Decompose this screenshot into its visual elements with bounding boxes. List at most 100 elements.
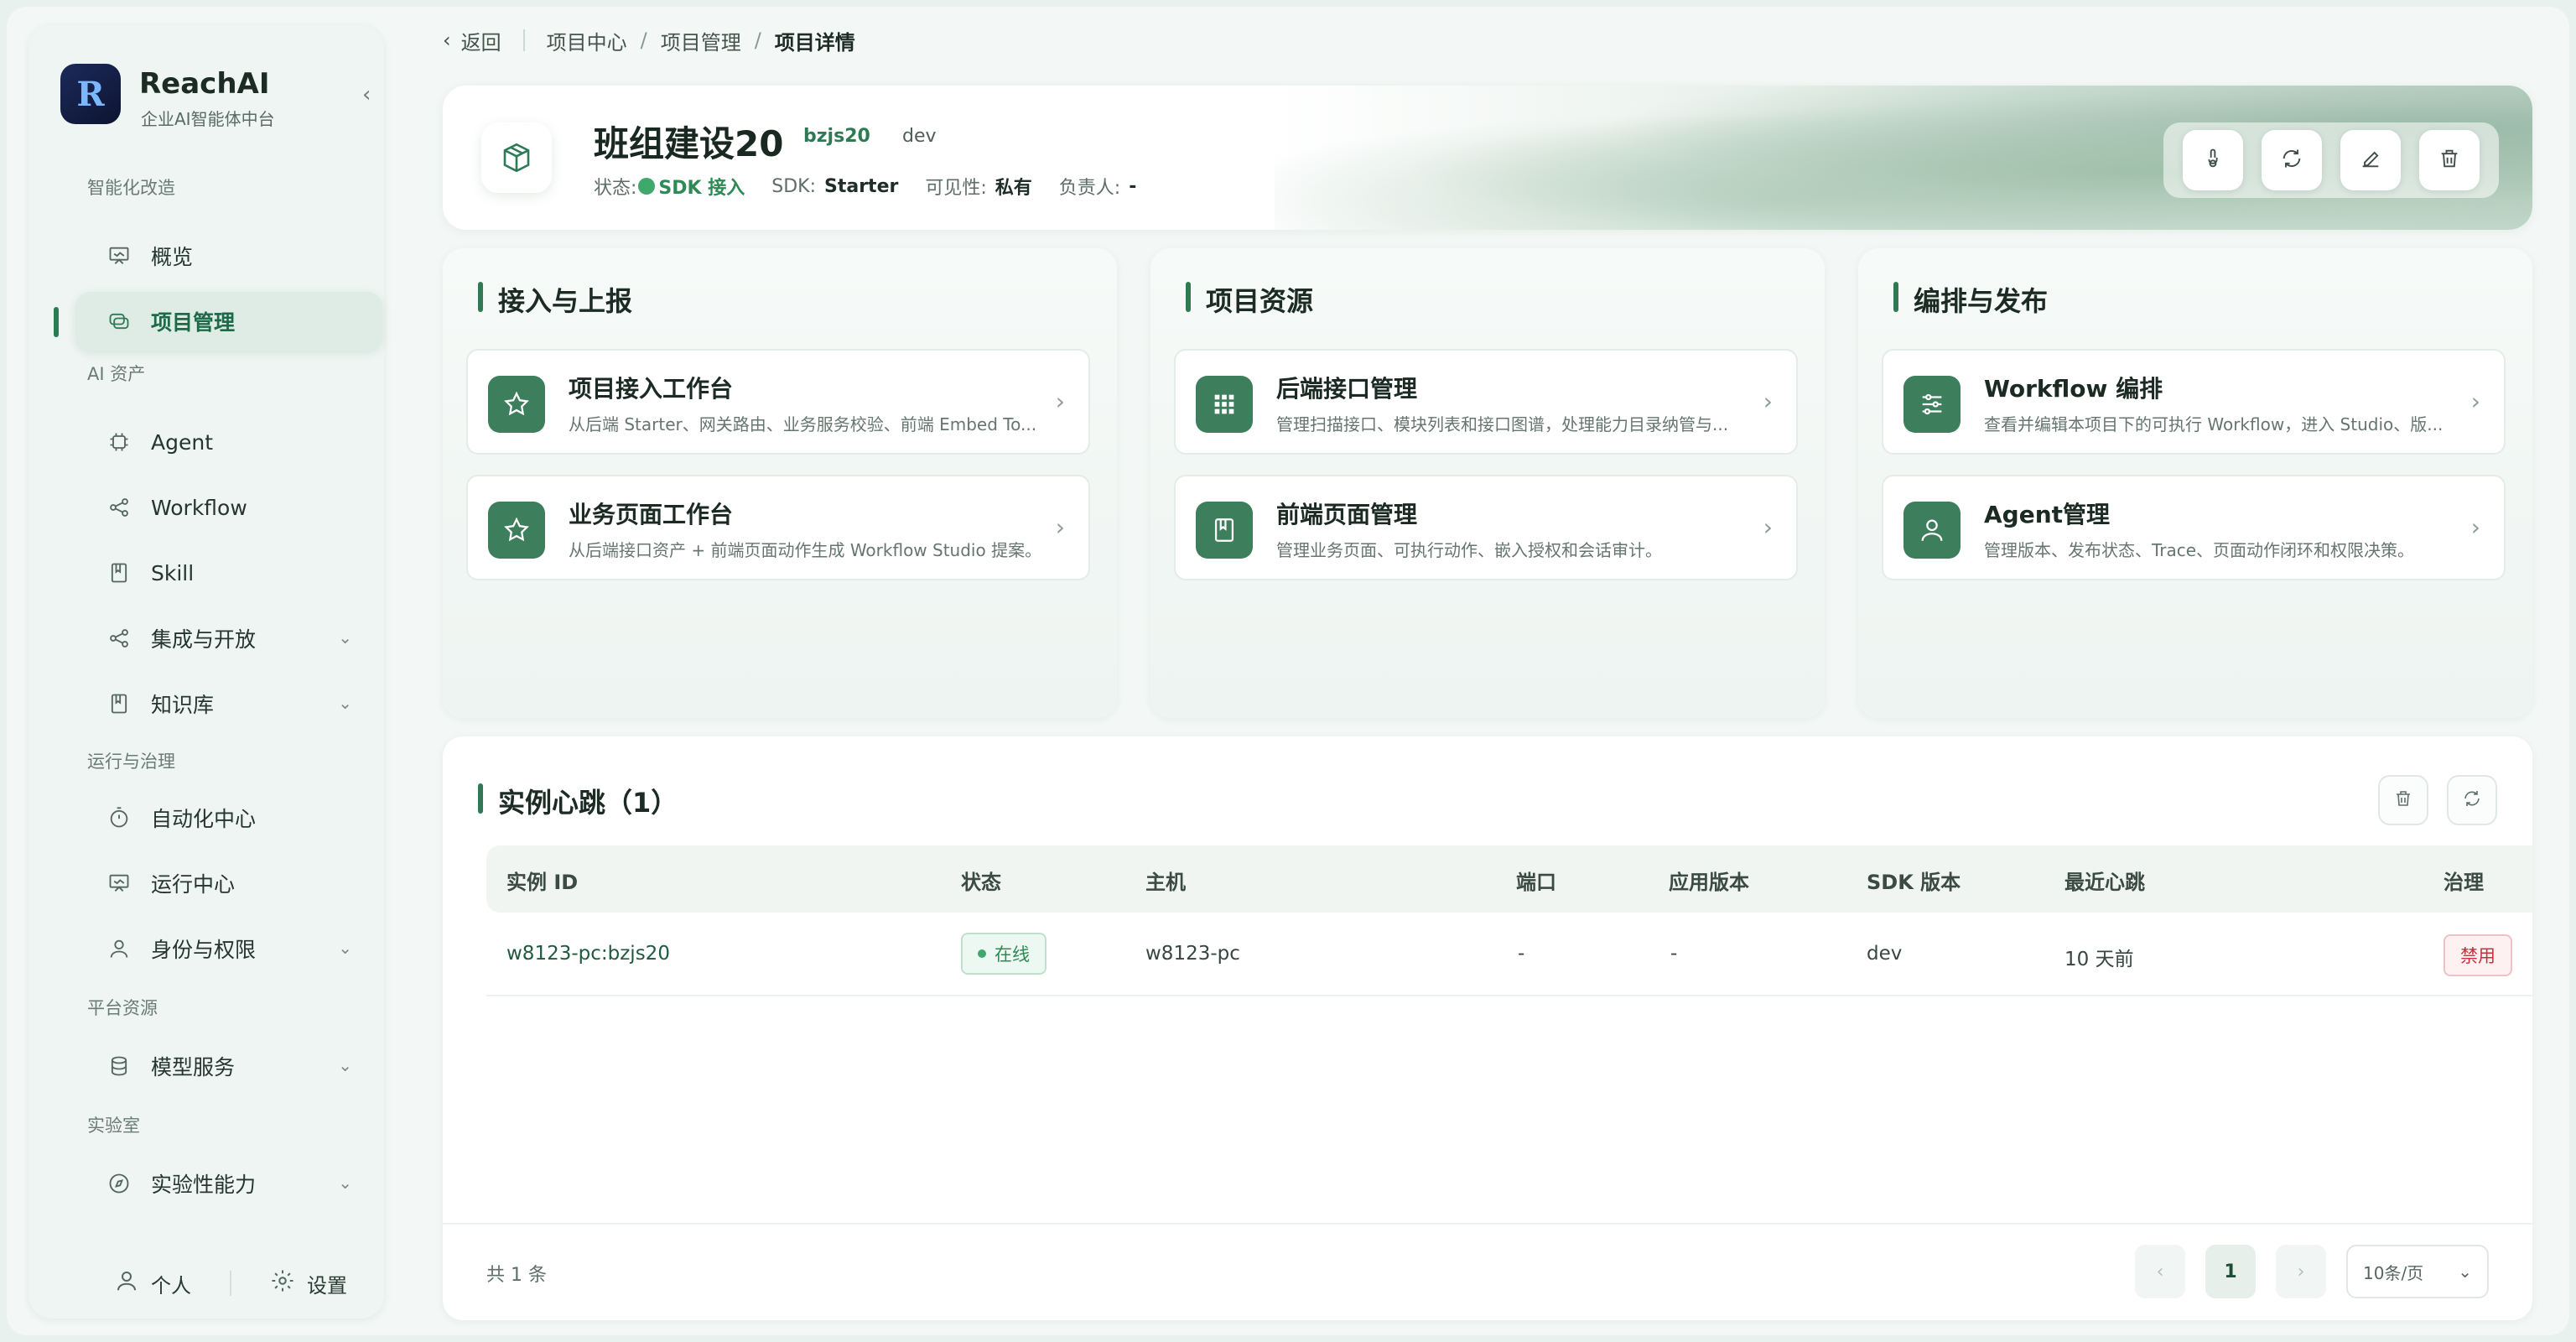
prev-page-button[interactable]: ‹ [2135, 1245, 2185, 1298]
sidebar-item-identity[interactable]: 身份与权限 ⌄ [75, 919, 382, 978]
gear-icon [270, 1268, 295, 1298]
sidebar-item-experimental[interactable]: 实验性能力 ⌄ [75, 1154, 382, 1213]
last-heartbeat: 10 天前 [2064, 949, 2134, 970]
back-button[interactable]: ‹ 返回 [443, 26, 501, 55]
timer-icon [106, 804, 132, 831]
sidebar-item-overview[interactable]: 概览 [75, 226, 382, 285]
database-icon [106, 1053, 132, 1079]
sidebar-item-runtime[interactable]: 运行中心 [75, 854, 382, 913]
panel-actions [2378, 775, 2497, 825]
chevron-right-icon: › [1055, 388, 1065, 415]
chip-icon [106, 429, 132, 455]
column-header[interactable]: 最近心跳 [2064, 866, 2145, 895]
chevron-right-icon: › [1763, 388, 1773, 415]
pencil-icon [2359, 147, 2382, 174]
page-button-current[interactable]: 1 [2205, 1245, 2256, 1298]
entry-backend-api-management[interactable]: 后端接口管理 管理扫描接口、模块列表和接口图谱，处理能力目录纳管与... › [1174, 349, 1798, 455]
sidebar-item-knowledge[interactable]: 知识库 ⌄ [75, 674, 382, 733]
card-title: 项目资源 [1186, 280, 1313, 319]
sidebar-item-skill[interactable]: Skill [75, 544, 382, 602]
column-header[interactable]: 实例 ID [506, 866, 578, 895]
sidebar: R ReachAI 企业AI智能体中台 ‹ 智能化改造 概览 项目管理 AI 资… [29, 25, 384, 1319]
next-page-button[interactable]: › [2276, 1245, 2326, 1298]
card-orchestration-release: 编排与发布 Workflow 编排 查看并编辑本项目下的可执行 Workflow… [1858, 248, 2532, 718]
edit-button[interactable] [2340, 130, 2401, 190]
settings-button[interactable]: 设置 [270, 1268, 347, 1298]
entry-business-page-workbench[interactable]: 业务页面工作台 从后端接口资产 + 前端页面动作生成 Workflow Stud… [466, 475, 1090, 580]
column-header[interactable]: 端口 [1516, 866, 1556, 895]
entry-project-access-workbench[interactable]: 项目接入工作台 从后端 Starter、网关路由、业务服务校验、前端 Embed… [466, 349, 1090, 455]
sidebar-item-integration[interactable]: 集成与开放 ⌄ [75, 609, 382, 668]
chevron-down-icon: ⌄ [338, 693, 352, 713]
presentation-icon [106, 242, 132, 269]
chevron-down-icon: ⌄ [338, 938, 352, 958]
breadcrumb-project-detail: 项目详情 [774, 30, 855, 55]
entry-frontend-page-management[interactable]: 前端页面管理 管理业务页面、可执行动作、嵌入授权和会话审计。 › [1174, 475, 1798, 580]
host: w8123-pc [1145, 943, 1240, 965]
delete-button[interactable] [2419, 130, 2480, 190]
app-frame: R ReachAI 企业AI智能体中台 ‹ 智能化改造 概览 项目管理 AI 资… [7, 7, 2569, 1335]
brand[interactable]: R ReachAI 企业AI智能体中台 ‹ [60, 64, 371, 131]
share-icon [106, 494, 132, 521]
instance-heartbeat-panel: 实例心跳（1） 实例 ID 状态 主机 端口 应用版本 SDK 版本 最近心跳 … [443, 736, 2532, 1320]
chevron-left-icon: ‹ [2156, 1261, 2164, 1282]
breadcrumb-project-center[interactable]: 项目中心 [547, 26, 627, 55]
chevron-down-icon: ⌄ [338, 1055, 352, 1075]
sidebar-item-projects[interactable]: 项目管理 [75, 292, 382, 351]
sliders-icon [1903, 376, 1961, 433]
column-header[interactable]: 应用版本 [1669, 866, 1749, 895]
card-access-report: 接入与上报 项目接入工作台 从后端 Starter、网关路由、业务服务校验、前端… [443, 248, 1117, 718]
chevron-right-icon: › [2470, 513, 2480, 541]
project-title: 班组建设20 [594, 123, 784, 164]
entry-agent-management[interactable]: Agent管理 管理版本、发布状态、Trace、页面动作闭环和权限决策。 › [1882, 475, 2506, 580]
panel-title: 实例心跳（1） [478, 782, 678, 820]
chevron-right-icon: › [2470, 388, 2480, 415]
breadcrumb-project-management[interactable]: 项目管理 [661, 26, 741, 55]
layers-icon [106, 308, 132, 335]
card-project-resources: 项目资源 后端接口管理 管理扫描接口、模块列表和接口图谱，处理能力目录纳管与..… [1150, 248, 1825, 718]
brand-subtitle: 企业AI智能体中台 [141, 109, 275, 129]
app-version: - [1670, 943, 1678, 965]
book-icon [106, 690, 132, 717]
table-row: w8123-pc:bzjs20 在线 w8123-pc - - dev 10 天… [486, 913, 2532, 996]
chevron-right-icon: › [1055, 513, 1065, 541]
sidebar-item-workflow[interactable]: Workflow [75, 478, 382, 537]
port: - [1518, 943, 1525, 965]
section-label: AI 资产 [87, 364, 146, 384]
card-title: 编排与发布 [1893, 280, 2048, 319]
touch-button[interactable] [2183, 130, 2243, 190]
user-icon [114, 1268, 139, 1298]
share-icon [106, 625, 132, 652]
table-footer: 共 1 条 ‹ 1 › 10条/页 ⌄ [443, 1223, 2532, 1320]
sidebar-item-automation[interactable]: 自动化中心 [75, 788, 382, 847]
entry-workflow-orchestration[interactable]: Workflow 编排 查看并编辑本项目下的可执行 Workflow，进入 St… [1882, 349, 2506, 455]
refresh-icon [2462, 788, 2482, 812]
collapse-sidebar-button[interactable]: ‹ [362, 82, 371, 107]
chevron-down-icon: ⌄ [338, 1173, 352, 1193]
disable-button[interactable]: 禁用 [2444, 934, 2512, 976]
chevron-down-icon: ⌄ [338, 627, 352, 648]
grid-icon [1196, 376, 1253, 433]
table-header: 实例 ID 状态 主机 端口 应用版本 SDK 版本 最近心跳 治理 [486, 845, 2532, 913]
sidebar-item-models[interactable]: 模型服务 ⌄ [75, 1037, 382, 1095]
page-size-select[interactable]: 10条/页 ⌄ [2346, 1245, 2489, 1298]
sdk-version: dev [1867, 943, 1903, 965]
owner-value: - [1129, 175, 1137, 197]
compass-icon [106, 1170, 132, 1197]
column-header[interactable]: 治理 [2444, 866, 2484, 895]
column-header[interactable]: 状态 [961, 866, 1001, 895]
personal-button[interactable]: 个人 [114, 1268, 191, 1298]
refresh-button[interactable] [2262, 130, 2322, 190]
divider [230, 1271, 231, 1296]
trash-icon [2393, 788, 2413, 812]
divider [522, 29, 525, 51]
column-header[interactable]: SDK 版本 [1867, 866, 1961, 895]
refresh-button[interactable] [2447, 775, 2497, 825]
column-header[interactable]: 主机 [1145, 866, 1186, 895]
brand-logo: R [60, 64, 121, 124]
chevron-down-icon: ⌄ [2458, 1261, 2472, 1282]
instance-id: w8123-pc:bzjs20 [506, 943, 670, 965]
clear-button[interactable] [2378, 775, 2428, 825]
total-count: 共 1 条 [486, 1265, 547, 1286]
sidebar-item-agent[interactable]: Agent [75, 413, 382, 471]
